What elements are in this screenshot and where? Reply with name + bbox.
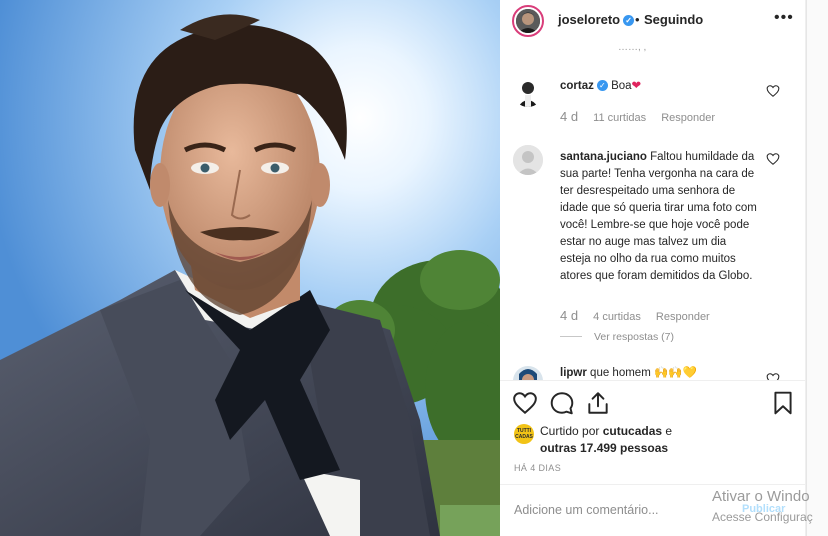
author-avatar[interactable] [512,5,544,37]
comment-username[interactable]: santana.juciano [560,151,647,163]
reply-button[interactable]: Responder [661,112,715,124]
likes-count-link[interactable]: outras 17.499 pessoas [540,441,668,455]
save-bookmark-icon[interactable] [770,390,796,416]
post-photo[interactable] [0,0,500,536]
liker-avatar[interactable]: TUTTI CADAS [514,424,534,444]
instagram-post-view: joseloreto ✓ • Seguindo ••• ……, , cortaz ✓… [0,0,828,536]
comment-avatar[interactable] [513,145,543,175]
comment-age[interactable]: 4 d [560,308,578,323]
author-username-link[interactable]: joseloreto ✓ [558,12,635,27]
verified-badge-icon: ✓ [623,15,635,26]
comment-body: santana.juciano Faltou humildade da sua … [560,149,760,285]
post-header: joseloreto ✓ • Seguindo ••• [500,0,806,40]
verified-badge-icon: ✓ [596,80,608,91]
selfie-image [0,0,500,536]
post-side-panel: joseloreto ✓ • Seguindo ••• ……, , cortaz ✓… [500,0,806,536]
post-timestamp[interactable]: HÁ 4 DIAS [514,463,561,473]
like-comment-heart-icon[interactable] [766,372,780,380]
comment-text: que homem 🙌🙌💛 [590,367,697,379]
view-replies-button[interactable]: Ver respostas (7) [560,331,674,343]
comment-text: Faltou humildade da sua parte! Tenha ver… [560,151,757,282]
comment-avatar[interactable] [513,366,543,380]
watermark-line-1: Ativar o Windo [712,488,810,505]
comment-username[interactable]: cortaz [560,80,594,92]
likes-summary: Curtido por cutucadas e outras 17.499 pe… [540,423,740,457]
post-actions-bar [500,390,806,418]
comment-body: cortaz ✓ Boa❤ [560,78,770,95]
comment-likes-count[interactable]: 11 curtidas [593,112,646,124]
more-options-icon[interactable]: ••• [774,9,794,27]
comment-meta: 4 d 4 curtidas Responder [560,308,722,323]
likes-connector: e [665,424,673,438]
separator-dot: • [635,12,640,27]
replies-divider-line [560,336,582,337]
comment-avatar[interactable] [513,77,543,107]
like-heart-icon[interactable] [512,390,538,416]
clipped-comment: lipwr que homem 🙌🙌💛 [500,364,806,380]
comment-age[interactable]: 4 d [560,109,578,124]
liked-by-prefix: Curtido por [540,424,600,438]
author-username[interactable]: joseloreto [558,12,620,27]
comment-body: lipwr que homem 🙌🙌💛 [560,365,790,380]
comment-text: Boa [611,80,632,92]
comment-meta: 4 d 11 curtidas Responder [560,109,727,124]
actions-divider [500,380,806,381]
page-scroll-area [806,0,828,536]
comment-bubble-icon[interactable] [549,390,575,416]
reply-button[interactable]: Responder [656,311,710,323]
clipped-comment-text: ……, , [618,42,647,53]
heart-emoji: ❤ [631,80,642,92]
view-replies-label[interactable]: Ver respostas (7) [594,331,674,343]
like-comment-heart-icon[interactable] [766,152,780,166]
comment-likes-count[interactable]: 4 curtidas [593,311,641,323]
share-icon[interactable] [585,390,611,416]
add-comment-input[interactable]: Adicione um comentário... [514,503,659,517]
watermark-line-2: Acesse Configuraç [712,510,813,524]
like-comment-heart-icon[interactable] [766,84,780,98]
comment-username[interactable]: lipwr [560,367,587,379]
windows-activation-watermark: Ativar o Windo Acesse Configuraç [712,487,813,527]
following-button[interactable]: Seguindo [644,12,703,27]
comment-box-divider [500,484,806,485]
liker-username[interactable]: cutucadas [603,424,662,438]
